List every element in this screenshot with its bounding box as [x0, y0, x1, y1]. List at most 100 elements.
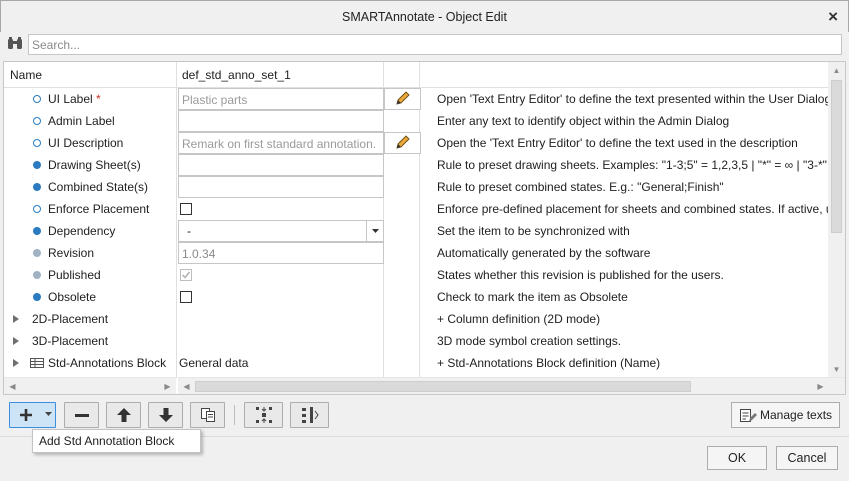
menu-item-add-std-annotation-block[interactable]: Add Std Annotation Block	[39, 434, 174, 448]
row-label: Drawing Sheet(s)	[48, 158, 141, 172]
table-icon	[30, 358, 44, 368]
close-icon[interactable]: ×	[828, 7, 838, 27]
expand-all-icon	[256, 407, 272, 423]
ui-description-input[interactable]: Remark on first standard annotation.	[178, 132, 384, 154]
required-marker: *	[96, 92, 101, 106]
expand-arrow-icon[interactable]	[13, 359, 19, 367]
vertical-scroll-thumb[interactable]	[831, 80, 842, 233]
search-input[interactable]	[28, 34, 842, 55]
readonly-indicator-icon	[33, 249, 41, 257]
vertical-scrollbar[interactable]: ▲ ▼	[828, 62, 845, 378]
move-up-button[interactable]	[106, 402, 141, 428]
table-row[interactable]: Enforce Placement Enforce pre-defined pl…	[4, 198, 839, 220]
row-label: Std-Annotations Block	[48, 356, 167, 370]
row-description: 3D mode symbol creation settings.	[437, 334, 622, 348]
row-description: Rule to preset drawing sheets. Examples:…	[437, 158, 838, 172]
expand-all-button[interactable]	[244, 402, 283, 428]
cancel-button[interactable]: Cancel	[776, 446, 838, 470]
row-label: UI Label	[48, 92, 93, 106]
row-description: + Std-Annotations Block definition (Name…	[437, 356, 661, 370]
row-description: Set the item to be synchronized with	[437, 224, 630, 238]
scroll-right-icon[interactable]: ▶	[812, 378, 829, 394]
obsolete-checkbox[interactable]	[180, 291, 192, 303]
ok-button[interactable]: OK	[707, 446, 767, 470]
combined-states-input[interactable]	[178, 176, 384, 198]
row-label: 3D-Placement	[32, 334, 109, 348]
collapse-all-icon	[302, 407, 319, 423]
arrow-up-icon	[117, 408, 131, 422]
drawing-sheets-input[interactable]	[178, 154, 384, 176]
table-row[interactable]: UI Description Remark on first standard …	[4, 132, 829, 154]
published-checkbox	[180, 269, 192, 281]
dependency-select[interactable]: -	[178, 220, 384, 242]
mandatory-indicator-icon	[33, 293, 41, 301]
revision-field: 1.0.34	[178, 242, 384, 264]
enforce-placement-checkbox[interactable]	[180, 203, 192, 215]
move-down-button[interactable]	[148, 402, 183, 428]
scroll-left-icon[interactable]: ◀	[4, 378, 21, 394]
ui-label-input[interactable]: Plastic parts	[178, 88, 384, 110]
horizontal-scroll-thumb[interactable]	[195, 381, 691, 392]
chevron-down-icon[interactable]	[366, 221, 383, 241]
copy-icon	[201, 408, 215, 422]
scroll-down-icon[interactable]: ▼	[828, 361, 845, 378]
row-description: States whether this revision is publishe…	[437, 268, 724, 282]
expand-arrow-icon[interactable]	[13, 315, 19, 323]
row-description: Open 'Text Entry Editor' to define the t…	[437, 92, 832, 106]
window-title: SMARTAnnotate - Object Edit	[342, 10, 507, 24]
horizontal-scrollbar[interactable]: ◀ ▶	[178, 377, 845, 394]
row-description: Check to mark the item as Obsolete	[437, 290, 628, 304]
table-row[interactable]: Combined State(s) Rule to preset combine…	[4, 176, 829, 198]
admin-label-input[interactable]	[178, 110, 384, 132]
plus-icon	[20, 409, 32, 421]
row-description: Open the 'Text Entry Editor' to define t…	[437, 136, 798, 150]
column-header-value[interactable]: def_std_anno_set_1	[182, 62, 291, 88]
table-row[interactable]: Published States whether this revision i…	[4, 264, 829, 286]
optional-indicator-icon	[33, 117, 41, 125]
add-dropdown-menu: Add Std Annotation Block	[32, 429, 201, 453]
minus-icon	[75, 414, 89, 417]
row-value: General data	[179, 356, 249, 370]
row-label: Published	[48, 268, 101, 282]
scroll-left-icon[interactable]: ◀	[178, 378, 195, 394]
table-row[interactable]: Dependency - Set the item to be synchron…	[4, 220, 829, 242]
pencil-icon	[396, 91, 410, 105]
row-label: Obsolete	[48, 290, 97, 304]
row-label: 2D-Placement	[32, 312, 109, 326]
table-row[interactable]: 3D-Placement 3D mode symbol creation set…	[4, 330, 829, 352]
add-button[interactable]	[9, 402, 56, 428]
toolbar: Manage texts	[0, 398, 849, 432]
row-description: Rule to preset combined states. E.g.: "G…	[437, 180, 724, 194]
collapse-all-button[interactable]	[290, 402, 329, 428]
scroll-right-icon[interactable]: ▶	[159, 378, 176, 394]
table-row[interactable]: 2D-Placement + Column definition (2D mod…	[4, 308, 829, 330]
mandatory-indicator-icon	[33, 183, 41, 191]
pencil-icon	[396, 135, 410, 149]
row-label: Admin Label	[48, 114, 115, 128]
arrow-down-icon	[159, 408, 173, 422]
table-row[interactable]: Obsolete Check to mark the item as Obsol…	[4, 286, 829, 308]
mandatory-indicator-icon	[33, 227, 41, 235]
remove-button[interactable]	[64, 402, 99, 428]
search-bar	[0, 32, 849, 58]
copy-button[interactable]	[190, 402, 225, 428]
dependency-value: -	[187, 224, 191, 238]
table-row[interactable]: UI Label * Plastic parts Open 'Text Entr…	[4, 88, 832, 110]
edit-text-button[interactable]	[384, 132, 421, 154]
title-bar: SMARTAnnotate - Object Edit ×	[0, 0, 849, 32]
edit-text-button[interactable]	[384, 88, 421, 110]
column-header-name[interactable]: Name	[10, 62, 42, 88]
row-description: Automatically generated by the software	[437, 246, 651, 260]
table-row[interactable]: Drawing Sheet(s) Rule to preset drawing …	[4, 154, 837, 176]
scroll-up-icon[interactable]: ▲	[828, 62, 845, 79]
table-row[interactable]: Admin Label Enter any text to identify o…	[4, 110, 829, 132]
expand-arrow-icon[interactable]	[13, 337, 19, 345]
manage-texts-button[interactable]: Manage texts	[731, 402, 840, 428]
row-description: Enforce pre-defined placement for sheets…	[437, 202, 839, 216]
horizontal-scrollbar-name-column[interactable]: ◀ ▶	[4, 377, 176, 394]
chevron-down-icon	[45, 412, 52, 416]
row-label: Revision	[48, 246, 95, 260]
table-row[interactable]: Revision 1.0.34 Automatically generated …	[4, 242, 829, 264]
table-row[interactable]: Std-Annotations Block General data + Std…	[4, 352, 829, 374]
row-label: Combined State(s)	[48, 180, 149, 194]
